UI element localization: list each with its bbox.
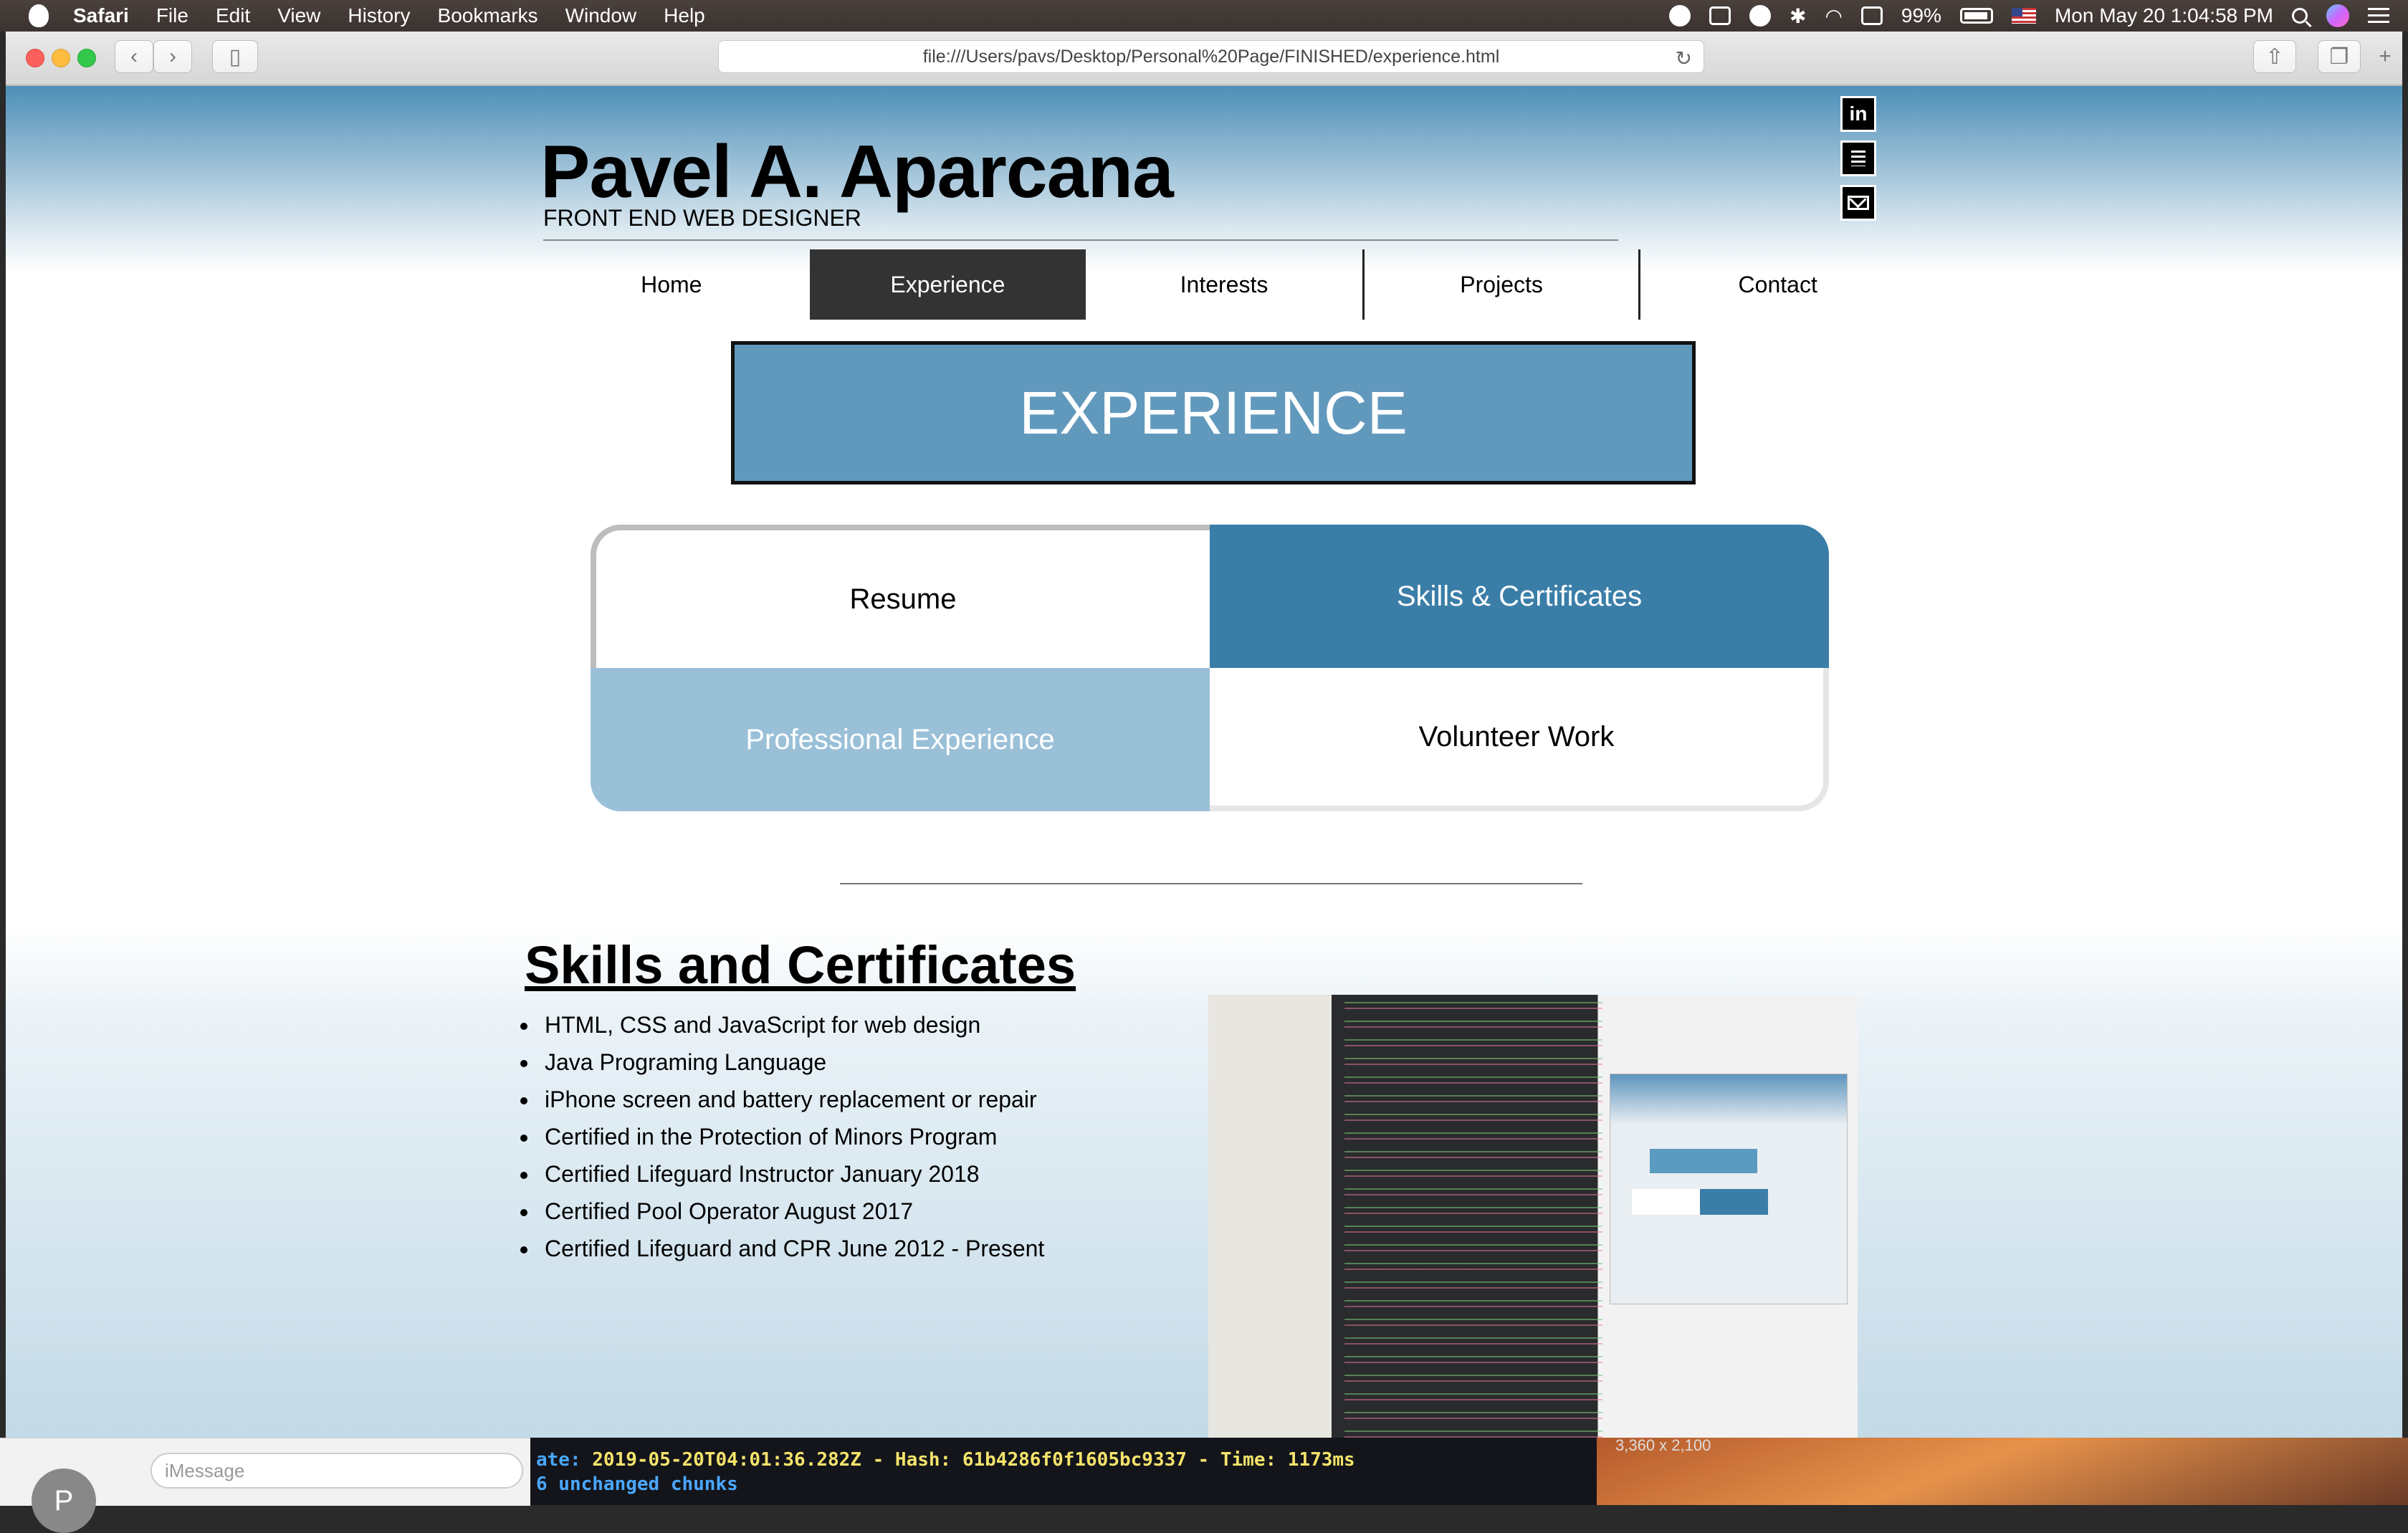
photo-site-preview — [1610, 1074, 1848, 1304]
avatar[interactable]: P — [32, 1468, 96, 1533]
mail-icon[interactable] — [1840, 185, 1876, 221]
spotlight-search-icon[interactable] — [2292, 8, 2308, 24]
grid-app-icon[interactable] — [1709, 6, 1731, 25]
close-window-button[interactable] — [26, 49, 44, 67]
preview-tile — [1700, 1189, 1768, 1215]
site-tagline: FRONT END WEB DESIGNER — [543, 205, 861, 231]
nav-interests[interactable]: Interests — [1086, 249, 1362, 320]
document-icon[interactable] — [1840, 140, 1876, 176]
menu-bar: Safari File Edit View History Bookmarks … — [0, 0, 2408, 32]
input-source-flag-icon[interactable] — [2011, 8, 2036, 24]
menu-view[interactable]: View — [277, 4, 320, 27]
minimize-window-button[interactable] — [52, 49, 70, 67]
nav-experience[interactable]: Experience — [809, 249, 1086, 320]
menu-bookmarks[interactable]: Bookmarks — [438, 4, 538, 27]
tile-volunteer-work[interactable]: Volunteer Work — [1210, 668, 1829, 811]
section-divider — [840, 883, 1582, 884]
menu-clock[interactable]: Mon May 20 1:04:58 PM — [2055, 4, 2273, 27]
wifi-icon[interactable]: ◠ — [1825, 4, 1842, 28]
desktop-wallpaper: 3,360 x 2,100 — [1597, 1436, 2408, 1505]
back-button[interactable]: ‹ — [115, 40, 153, 73]
status-app-icon[interactable] — [1749, 5, 1771, 27]
site-name: Pavel A. Aparcana — [540, 130, 1174, 214]
terminal-line-value: 2019-05-20T04:01:36.282Z - Hash: 61b4286… — [592, 1449, 1355, 1471]
share-button[interactable]: ⇧ — [2253, 40, 2296, 73]
list-item: HTML, CSS and JavaScript for web design — [539, 1006, 1044, 1044]
document-lines — [1851, 151, 1865, 166]
browser-window: ‹ › ▯ file:///Users/pavs/Desktop/Persona… — [6, 32, 2402, 1438]
apple-menu-icon[interactable] — [29, 4, 49, 27]
chevron-left-icon: ‹ — [130, 44, 138, 68]
linkedin-icon[interactable]: in — [1840, 96, 1876, 132]
main-nav: Home Experience Interests Projects Conta… — [533, 249, 1915, 320]
menu-history[interactable]: History — [348, 4, 410, 27]
tabs-overview-button[interactable]: ❐ — [2318, 40, 2361, 73]
menu-window[interactable]: Window — [565, 4, 637, 27]
share-icon: ⇧ — [2265, 44, 2284, 69]
tile-resume[interactable]: Resume — [591, 525, 1210, 668]
skills-list: HTML, CSS and JavaScript for web design … — [516, 1006, 1044, 1267]
url-text: file:///Users/pavs/Desktop/Personal%20Pa… — [922, 46, 1500, 67]
preview-header — [1610, 1074, 1847, 1124]
preview-tile — [1632, 1189, 1700, 1215]
plus-icon: + — [2379, 44, 2392, 68]
envelope-shape — [1848, 196, 1869, 210]
nav-contact[interactable]: Contact — [1638, 249, 1915, 320]
terminal-window: ate: 2019-05-20T04:01:36.282Z - Hash: 61… — [530, 1438, 1597, 1505]
header-divider — [543, 239, 1618, 241]
sidebar-button[interactable]: ▯ — [212, 40, 258, 73]
list-item: Certified Lifeguard and CPR June 2012 - … — [539, 1230, 1044, 1267]
code-editor-photo — [1208, 995, 1858, 1438]
photo-code-area — [1344, 995, 1602, 1438]
nav-projects[interactable]: Projects — [1362, 249, 1639, 320]
menu-edit[interactable]: Edit — [216, 4, 250, 27]
menu-app-safari[interactable]: Safari — [73, 4, 129, 27]
list-item: Certified Lifeguard Instructor January 2… — [539, 1155, 1044, 1193]
creative-cloud-icon[interactable] — [1669, 5, 1691, 27]
battery-icon[interactable] — [1959, 8, 1993, 24]
menu-extras: ✱ ◠ 99% Mon May 20 1:04:58 PM — [1650, 0, 2389, 32]
imessage-input[interactable]: iMessage — [150, 1453, 523, 1489]
new-tab-button[interactable]: + — [2371, 40, 2399, 73]
social-links: in — [1840, 96, 1879, 229]
list-item: Java Programing Language — [539, 1044, 1044, 1081]
web-page: Pavel A. Aparcana FRONT END WEB DESIGNER… — [6, 86, 2402, 1438]
siri-icon[interactable] — [2326, 4, 2349, 27]
screenshot-size-label: 3,360 x 2,100 — [1615, 1436, 1711, 1454]
address-bar[interactable]: file:///Users/pavs/Desktop/Personal%20Pa… — [718, 40, 1704, 73]
airplay-icon[interactable] — [1860, 6, 1883, 25]
terminal-line: 6 unchanged chunks — [536, 1474, 738, 1495]
list-item: Certified in the Protection of Minors Pr… — [539, 1118, 1044, 1155]
sidebar-icon: ▯ — [229, 44, 242, 69]
battery-percent[interactable]: 99% — [1901, 4, 1941, 27]
notification-center-icon[interactable] — [2368, 8, 2389, 24]
tile-professional-experience[interactable]: Professional Experience — [591, 668, 1210, 811]
terminal-line-prefix: ate: — [536, 1449, 593, 1471]
list-item: Certified Pool Operator August 2017 — [539, 1193, 1044, 1230]
terminal-line: ate: 2019-05-20T04:01:36.282Z - Hash: 61… — [536, 1449, 1355, 1471]
browser-toolbar: ‹ › ▯ file:///Users/pavs/Desktop/Persona… — [6, 32, 2402, 86]
zoom-window-button[interactable] — [77, 49, 96, 67]
preview-banner — [1650, 1149, 1757, 1173]
tabs-icon: ❐ — [2329, 44, 2349, 69]
reload-icon[interactable]: ↻ — [1676, 47, 1692, 70]
forward-button[interactable]: › — [153, 40, 192, 73]
nav-home[interactable]: Home — [533, 249, 810, 320]
messages-window: P iMessage — [0, 1438, 530, 1533]
chevron-right-icon: › — [169, 44, 176, 68]
experience-tile-grid: Resume Skills & Certificates Professiona… — [591, 525, 1829, 811]
list-item: iPhone screen and battery replacement or… — [539, 1081, 1044, 1118]
page-banner: EXPERIENCE — [731, 341, 1696, 484]
menu-file[interactable]: File — [156, 4, 188, 27]
tile-skills-certificates[interactable]: Skills & Certificates — [1210, 525, 1829, 668]
bluetooth-icon[interactable]: ✱ — [1790, 4, 1806, 28]
section-title: Skills and Certificates — [525, 935, 1076, 995]
menu-help[interactable]: Help — [664, 4, 705, 27]
